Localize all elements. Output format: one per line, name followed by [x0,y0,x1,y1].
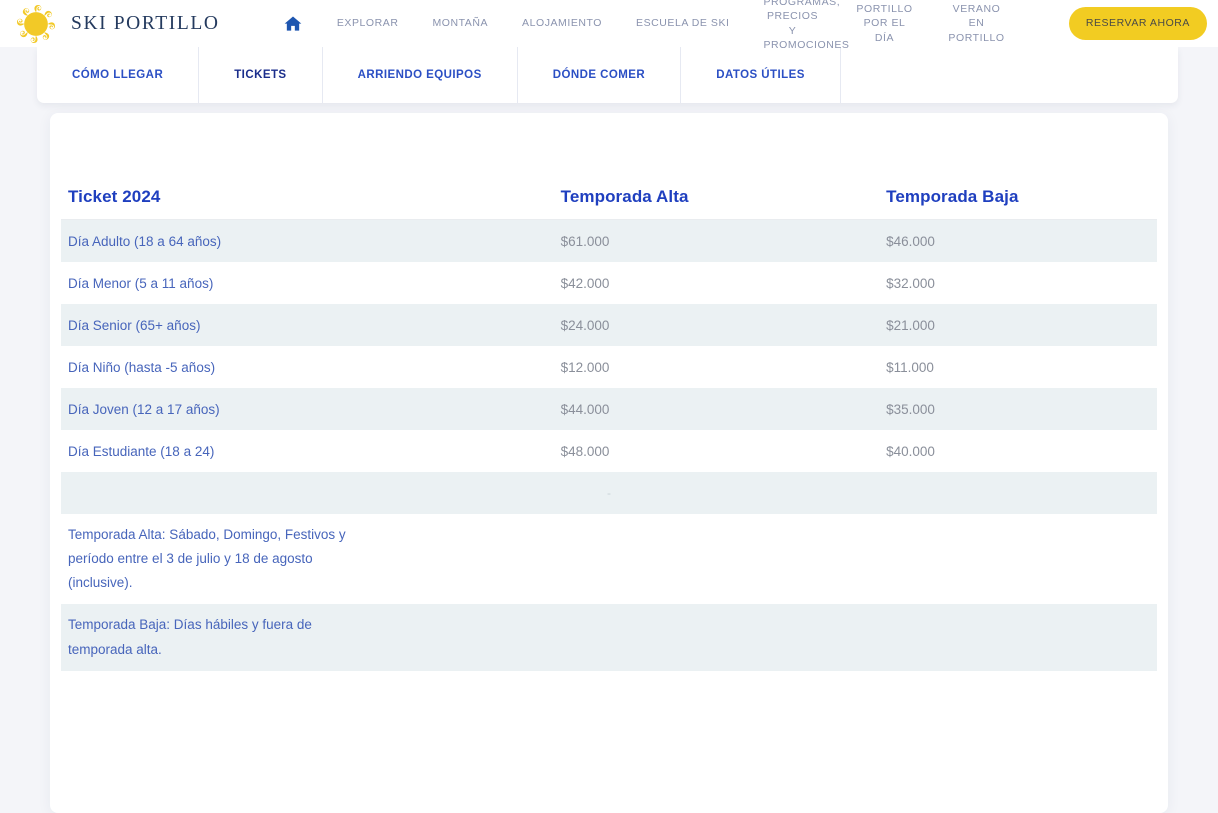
sun-logo-icon [17,4,55,43]
ticket-type-label: Día Estudiante (18 a 24) [68,443,215,459]
price-temporada-alta: $44.000 [560,401,610,417]
nav-explorar[interactable]: EXPLORAR [320,16,416,30]
subnav-como-llegar[interactable]: CÓMO LLEGAR [37,47,200,103]
price-temporada-alta: $48.000 [560,443,610,459]
home-icon [284,16,302,31]
subnav-arriendo-equipos[interactable]: ARRIENDO EQUIPOS [323,47,518,103]
table-row: Día Senior (65+ años) $24.000 $21.000 [61,304,1157,346]
price-temporada-baja: $35.000 [886,401,935,417]
home-link[interactable] [276,14,320,34]
ticket-price-table: Ticket 2024 Temporada Alta Temporada Baj… [61,113,1157,671]
ticket-type-label: Día Menor (5 a 11 años) [68,275,214,291]
subnav-datos-utiles[interactable]: DATOS ÚTILES [681,47,841,103]
site-header: SKI PORTILLO EXPLORAR MONTAÑA ALOJAMIENT… [0,0,1218,51]
table-head: Ticket 2024 Temporada Alta Temporada Baj… [61,113,1157,220]
ticket-type-label: Día Adulto (18 a 64 años) [68,233,222,249]
column-header-ticket: Ticket 2024 [68,187,161,206]
table-note-row: Temporada Alta: Sábado, Domingo, Festivo… [61,514,1157,604]
price-temporada-alta: $42.000 [560,275,610,291]
table-row: Día Menor (5 a 11 años) $42.000 $32.000 [61,262,1157,304]
price-temporada-baja: $21.000 [886,317,935,333]
price-temporada-alta: $12.000 [560,359,610,375]
ticket-type-label: Día Senior (65+ años) [68,317,201,333]
subnav-tickets[interactable]: TICKETS [199,47,323,103]
table-spacer-row: - [61,472,1157,514]
table-body: Día Adulto (18 a 64 años) $61.000 $46.00… [61,219,1157,671]
price-table-wrapper: Ticket 2024 Temporada Alta Temporada Baj… [50,113,1168,671]
table-header-row: Ticket 2024 Temporada Alta Temporada Baj… [61,113,1157,220]
price-temporada-baja: $40.000 [886,443,935,459]
reservar-ahora-button[interactable]: RESERVAR AHORA [1068,7,1207,40]
subnav-donde-comer[interactable]: DÓNDE COMER [518,47,682,103]
section-tab-bar: CÓMO LLEGAR TICKETS ARRIENDO EQUIPOS DÓN… [37,47,1178,103]
price-temporada-alta: $61.000 [560,233,610,249]
price-temporada-alta: $24.000 [560,317,610,333]
column-header-temporada-baja: Temporada Baja [886,187,1019,206]
note-temporada-alta: Temporada Alta: Sábado, Domingo, Festivo… [61,514,1157,604]
price-temporada-baja: $32.000 [886,275,935,291]
note-temporada-baja-text: Temporada Baja: Días hábiles y fuera de … [68,617,312,657]
nav-montana[interactable]: MONTAÑA [415,16,505,30]
spacer-dash: - [61,472,1157,514]
brand-logo-link[interactable]: SKI PORTILLO [14,2,220,46]
note-temporada-baja: Temporada Baja: Días hábiles y fuera de … [61,604,1157,671]
price-temporada-baja: $46.000 [886,233,935,249]
nav-programas-precios-promociones[interactable]: PROGRAMAS, PRECIOS Y PROMOCIONES [747,0,849,52]
nav-portillo-por-el-dia[interactable]: PORTILLO POR EL DÍA [839,2,931,45]
table-row: Día Niño (hasta -5 años) $12.000 $11.000 [61,346,1157,388]
table-row: Día Adulto (18 a 64 años) $61.000 $46.00… [61,219,1157,262]
table-note-row: Temporada Baja: Días hábiles y fuera de … [61,604,1157,671]
nav-alojamiento[interactable]: ALOJAMIENTO [505,16,619,30]
table-row: Día Estudiante (18 a 24) $48.000 $40.000 [61,430,1157,472]
nav-verano-en-portillo[interactable]: VERANO EN PORTILLO [931,2,1023,45]
brand-name: SKI PORTILLO [71,12,220,34]
main-navigation: EXPLORAR MONTAÑA ALOJAMIENTO ESCUELA DE … [230,0,1069,52]
table-row: Día Joven (12 a 17 años) $44.000 $35.000 [61,388,1157,430]
nav-escuela-de-ski[interactable]: ESCUELA DE SKI [619,16,746,30]
ticket-type-label: Día Niño (hasta -5 años) [68,359,216,375]
price-temporada-baja: $11.000 [886,359,934,375]
subnav-filler [841,47,1178,103]
ticket-type-label: Día Joven (12 a 17 años) [68,401,220,417]
column-header-temporada-alta: Temporada Alta [560,187,689,206]
tickets-content-card: Ticket 2024 Temporada Alta Temporada Baj… [50,113,1168,813]
note-temporada-alta-text: Temporada Alta: Sábado, Domingo, Festivo… [68,527,346,591]
